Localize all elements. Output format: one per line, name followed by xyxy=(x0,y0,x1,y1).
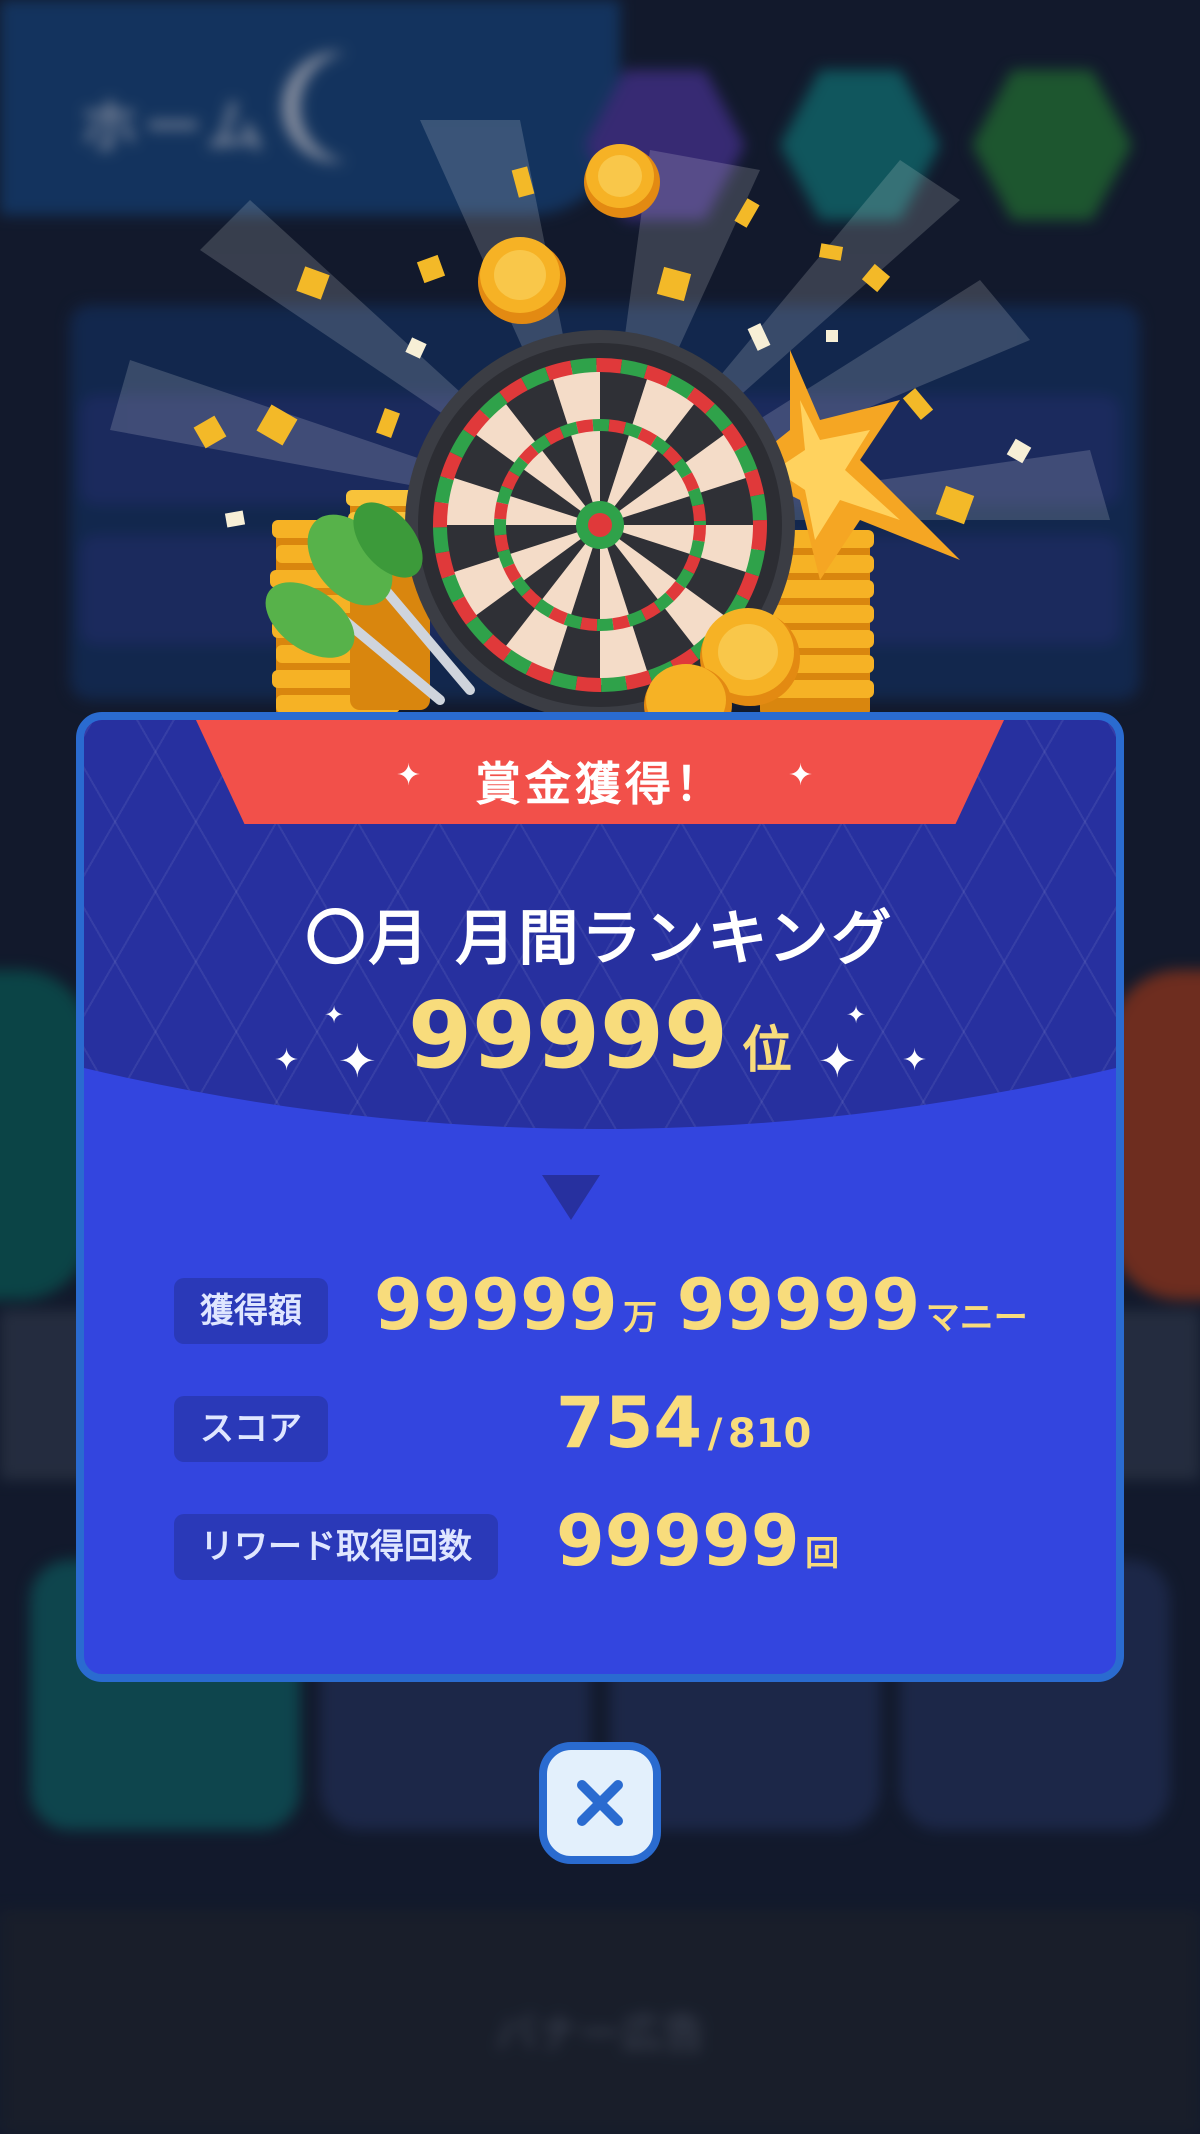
score-total: 810 xyxy=(727,1411,812,1457)
score-separator: / xyxy=(707,1411,723,1457)
score-current: 754 xyxy=(556,1382,703,1464)
reward-count-number: 99999 xyxy=(556,1500,800,1582)
sparkle-icon: ✦ xyxy=(788,758,814,793)
score-label: スコア xyxy=(174,1396,328,1462)
dartboard-illustration xyxy=(193,144,1032,740)
prize-man-value: 99999 xyxy=(374,1264,618,1346)
prize-value: 99999 万 99999 マニー xyxy=(374,1264,1028,1346)
ranking-title: 〇月 月間ランキング xyxy=(305,904,895,974)
prize-man-unit: 万 xyxy=(623,1298,658,1338)
prize-ribbon: ✦ 賞金獲得！ ✦ xyxy=(196,720,1004,824)
reward-count-label: リワード取得回数 xyxy=(174,1514,498,1580)
rank-value: 99999 xyxy=(407,982,729,1089)
prize-money-value: 99999 xyxy=(676,1264,921,1346)
reward-count-value: 99999 回 xyxy=(556,1500,839,1582)
ribbon-label: 賞金獲得！ xyxy=(475,757,725,811)
reward-count-unit: 回 xyxy=(805,1534,840,1574)
prize-modal: ✦ 賞金獲得！ ✦ 〇月 月間ランキング ✦ ✦ ✦ ✦ ✦ ✦ 99999 位 … xyxy=(76,712,1124,1682)
prize-money-unit: マニー xyxy=(925,1298,1028,1338)
close-button[interactable] xyxy=(539,1742,661,1864)
rank-display: 99999 位 xyxy=(84,982,1116,1089)
rank-unit: 位 xyxy=(742,1021,793,1079)
close-icon xyxy=(577,1780,623,1826)
score-value: 754 / 810 xyxy=(556,1382,811,1464)
prize-label: 獲得額 xyxy=(174,1278,328,1344)
